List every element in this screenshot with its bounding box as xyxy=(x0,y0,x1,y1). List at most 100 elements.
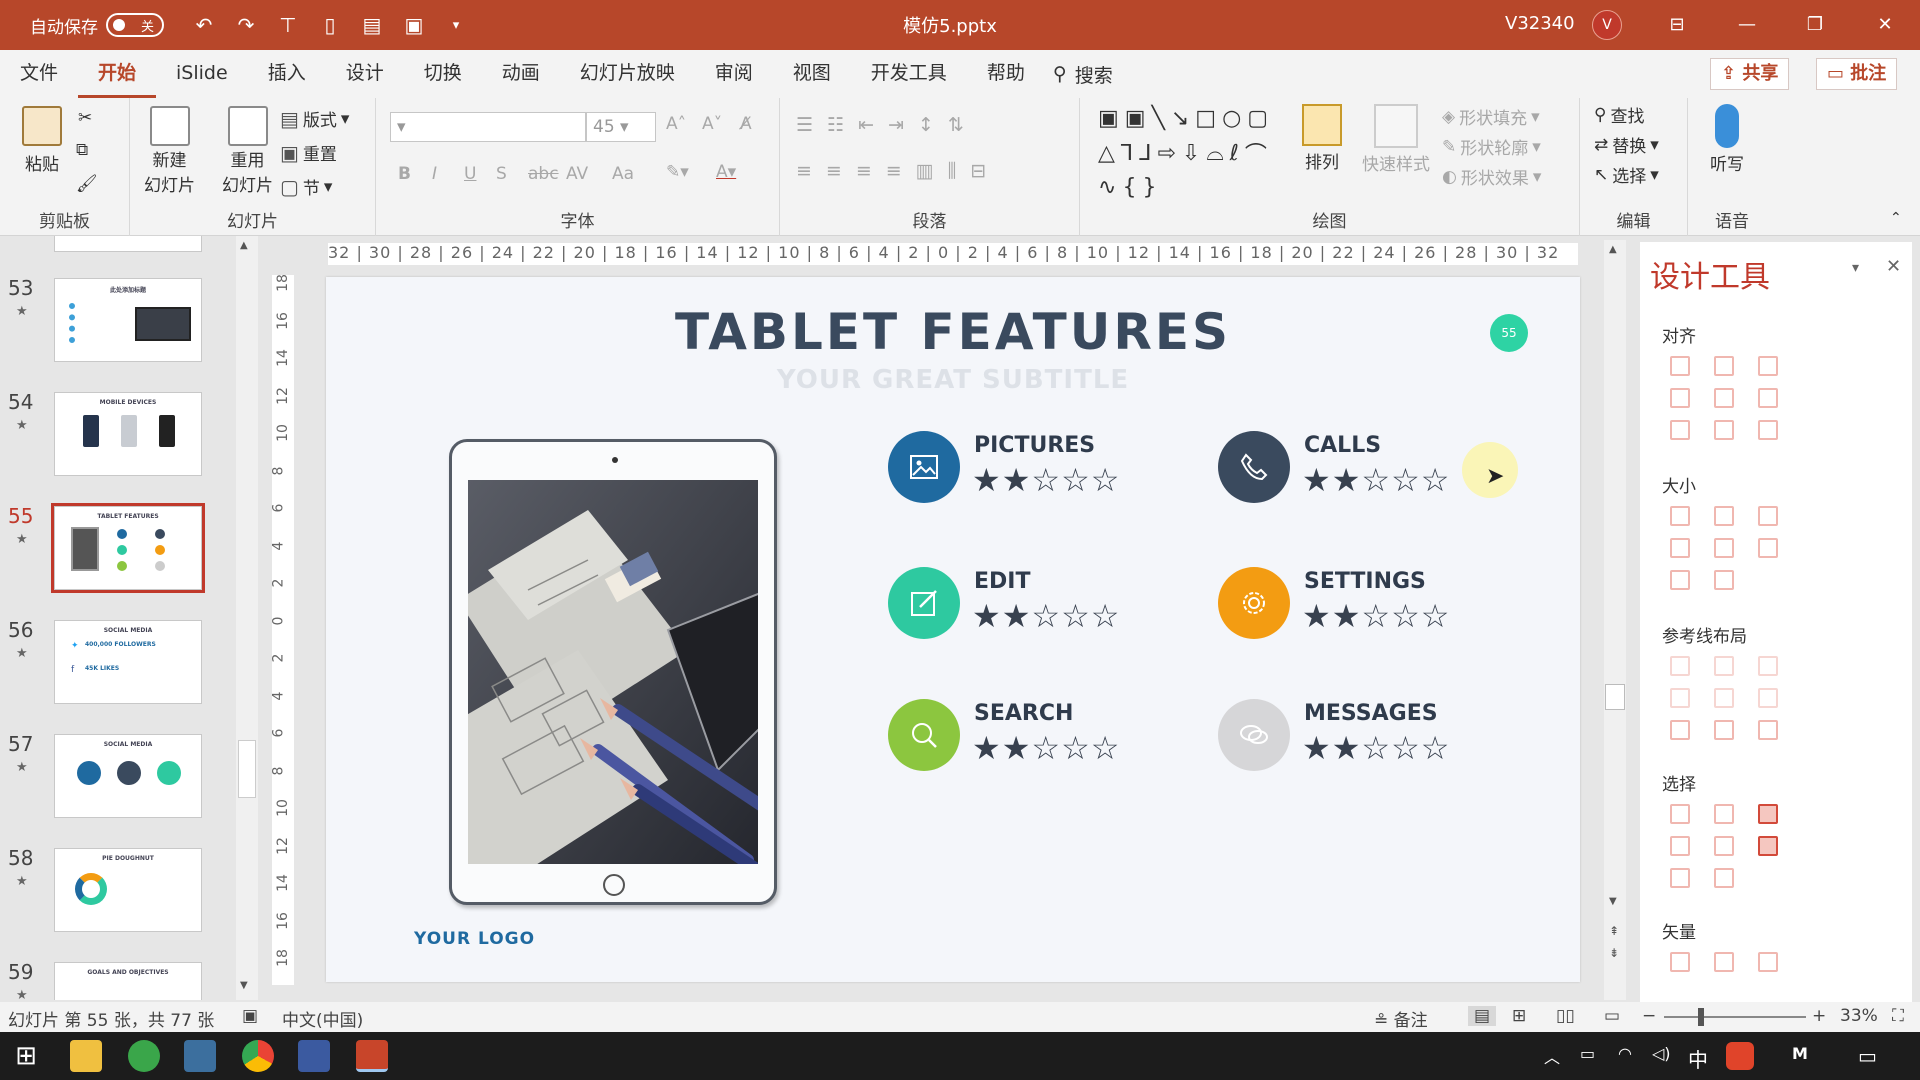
magic-wand-tool-icon[interactable] xyxy=(1758,804,1778,824)
paste-button[interactable]: 粘贴 xyxy=(22,106,62,175)
quick-styles-button[interactable]: 快速样式 xyxy=(1362,104,1430,175)
reset-button[interactable]: ▣ 重置 xyxy=(280,140,337,166)
close-icon[interactable]: ✕ xyxy=(1870,10,1900,40)
zoom-out-icon[interactable]: − xyxy=(1642,1006,1656,1026)
align-left-tool-icon[interactable] xyxy=(1670,356,1690,376)
tab-file[interactable]: 文件 xyxy=(0,50,78,98)
rectangle-icon[interactable]: □ xyxy=(1195,106,1216,131)
change-case-button[interactable]: Aa xyxy=(612,164,634,184)
shapes-gallery[interactable]: ▣ ▣ ╲ ↘ □ ○ ▢ △ ⅂ ⅃ ⇨ ⇩ ⌓ ℓ ⌒ ∿{} xyxy=(1098,106,1278,200)
reuse-slides-button[interactable]: 重用 幻灯片 xyxy=(222,106,273,196)
tab-home[interactable]: 开始 xyxy=(78,50,157,98)
highlight-icon[interactable]: ✎▾ xyxy=(666,162,689,182)
line-icon[interactable]: ╲ xyxy=(1152,106,1165,131)
dictate-button[interactable]: 听写 xyxy=(1710,104,1744,175)
powerpoint-icon[interactable] xyxy=(356,1040,388,1072)
tablet-screen-photo[interactable] xyxy=(468,480,758,864)
normal-view-icon[interactable]: ▤ xyxy=(1468,1006,1497,1026)
select-pointer-tool-icon[interactable] xyxy=(1758,836,1778,856)
zoom-level[interactable]: 33% xyxy=(1840,1006,1878,1026)
tab-islide[interactable]: iSlide xyxy=(156,50,248,98)
slide-scroll-thumb[interactable] xyxy=(1605,684,1625,710)
slide-sorter-icon[interactable]: ⊞ xyxy=(1512,1006,1526,1026)
notifications-icon[interactable]: ▭ xyxy=(1858,1044,1877,1068)
guide-h-tool-icon[interactable] xyxy=(1670,720,1690,740)
save-icon[interactable]: ▣ xyxy=(402,13,426,37)
align-left-icon[interactable]: ≡ xyxy=(796,160,812,182)
guide-top-tool-icon[interactable] xyxy=(1670,688,1690,708)
zoom-slider-thumb[interactable] xyxy=(1698,1008,1704,1026)
align-center-tool-icon[interactable] xyxy=(1714,356,1734,376)
thumbnail-55[interactable]: 55 ★ TABLET FEATURES xyxy=(0,503,262,614)
elbow-connector-icon[interactable]: ⅃ xyxy=(1139,141,1151,166)
align-text-icon[interactable]: ⊟ xyxy=(970,160,986,182)
slide-title[interactable]: TABLET FEATURES xyxy=(326,303,1580,361)
guide-middle-tool-icon[interactable] xyxy=(1714,688,1734,708)
new-file-icon[interactable]: ▯ xyxy=(318,13,342,37)
app-icon[interactable] xyxy=(184,1040,216,1072)
guide-center-tool-icon[interactable] xyxy=(1714,656,1734,676)
thumbnail-59[interactable]: 59 ★ GOALS AND OBJECTIVES xyxy=(0,960,262,1000)
shape-effects-button[interactable]: ◐ 形状效果 ▾ xyxy=(1442,164,1541,190)
distribute-grid-tool-icon[interactable] xyxy=(1758,420,1778,440)
align-middle-tool-icon[interactable] xyxy=(1714,388,1734,408)
italic-button[interactable]: I xyxy=(432,164,437,184)
fit-to-window-icon[interactable]: ⛶ xyxy=(1892,1006,1904,1026)
fit-height-tool-icon[interactable] xyxy=(1714,538,1734,558)
columns-icon[interactable]: ⫼ xyxy=(948,160,957,182)
scroll-down-icon[interactable]: ▼ xyxy=(1609,896,1617,907)
slide-number-badge[interactable]: 55 xyxy=(1490,314,1528,352)
tab-help[interactable]: 帮助 xyxy=(967,50,1045,98)
triangle-icon[interactable]: △ xyxy=(1098,141,1115,166)
increase-indent-icon[interactable]: ⇥ xyxy=(888,114,904,136)
tab-view[interactable]: 视图 xyxy=(773,50,851,98)
thumbnail-scrollbar[interactable]: ▲ ▼ xyxy=(236,236,258,1000)
select-group-tool-icon[interactable] xyxy=(1670,868,1690,888)
decrease-indent-icon[interactable]: ⇤ xyxy=(858,114,874,136)
fit-width-tool-icon[interactable] xyxy=(1670,538,1690,558)
distribute-h-tool-icon[interactable] xyxy=(1670,420,1690,440)
guide-v-tool-icon[interactable] xyxy=(1714,720,1734,740)
connector-icon[interactable]: ⅂ xyxy=(1121,141,1133,166)
swap-size-tool-icon[interactable] xyxy=(1758,538,1778,558)
ime-indicator[interactable]: 中 xyxy=(1688,1044,1708,1073)
scroll-up-icon[interactable]: ▲ xyxy=(240,240,248,251)
tab-review[interactable]: 审阅 xyxy=(695,50,773,98)
vector-union-tool-icon[interactable] xyxy=(1670,952,1690,972)
copy-icon[interactable]: ⧉ xyxy=(76,140,88,160)
thumbnail-54[interactable]: 54 ★ MOBILE DEVICES xyxy=(0,390,262,500)
slideshow-view-icon[interactable]: ▭ xyxy=(1604,1006,1620,1026)
select-similar-tool-icon[interactable] xyxy=(1714,804,1734,824)
arrange-button[interactable]: 排列 xyxy=(1302,104,1342,173)
decrease-font-icon[interactable]: A˅ xyxy=(702,114,722,134)
replace-button[interactable]: ⇄ 替换 ▾ xyxy=(1594,132,1659,158)
align-center-icon[interactable]: ≡ xyxy=(826,160,842,182)
feature-settings[interactable]: SETTINGS ★★☆☆☆ xyxy=(1218,567,1548,647)
reading-view-icon[interactable]: ▯▯ xyxy=(1556,1006,1575,1026)
same-height-tool-icon[interactable] xyxy=(1714,506,1734,526)
cut-icon[interactable]: ✂ xyxy=(78,108,92,128)
rounded-rect-icon[interactable]: ▢ xyxy=(1247,106,1268,131)
share-button[interactable]: ⇪ 共享 xyxy=(1710,58,1790,90)
comment-button[interactable]: ▭ 批注 xyxy=(1816,58,1898,90)
bullets-icon[interactable]: ☰ xyxy=(796,114,813,136)
chrome-icon[interactable] xyxy=(242,1040,274,1072)
tab-animations[interactable]: 动画 xyxy=(482,50,560,98)
find-button[interactable]: ⚲ 查找 xyxy=(1594,102,1644,128)
font-size-select[interactable]: 45 ▾ xyxy=(586,112,656,142)
stretch-right-tool-icon[interactable] xyxy=(1714,570,1734,590)
right-brace-icon[interactable]: } xyxy=(1142,175,1156,200)
distributed-icon[interactable]: ▥ xyxy=(916,160,934,182)
shape-outline-button[interactable]: ✎ 形状轮廓 ▾ xyxy=(1442,134,1541,160)
curve-icon[interactable]: ℓ xyxy=(1230,141,1239,166)
tab-insert[interactable]: 插入 xyxy=(248,50,326,98)
oval-icon[interactable]: ○ xyxy=(1222,106,1241,131)
show-hidden-icons[interactable]: ︿ xyxy=(1544,1044,1560,1068)
start-icon[interactable]: ⊞ xyxy=(10,1040,42,1072)
slide-scrollbar[interactable]: ▲ ▼ ⇞ ⇟ xyxy=(1604,240,1626,1000)
feature-search[interactable]: SEARCH ★★☆☆☆ xyxy=(888,699,1218,779)
minimize-icon[interactable]: — xyxy=(1732,10,1762,40)
undo-icon[interactable]: ↶ xyxy=(192,13,216,37)
autosave[interactable]: 自动保存 关 xyxy=(30,13,164,38)
layout-button[interactable]: ▤ 版式 ▾ xyxy=(280,106,349,132)
